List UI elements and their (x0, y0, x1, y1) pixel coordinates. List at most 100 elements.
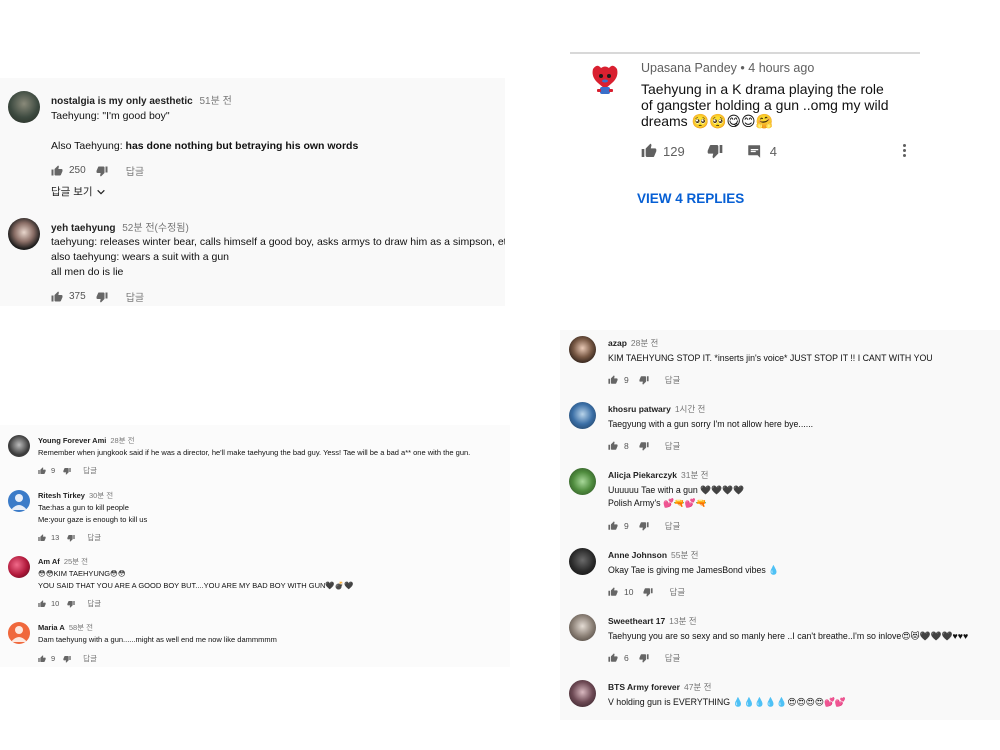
like-button[interactable] (38, 533, 46, 542)
like-button[interactable] (608, 375, 618, 385)
reply-count-button[interactable]: 4 (747, 144, 777, 159)
dislike-button[interactable] (63, 655, 71, 663)
avatar[interactable] (569, 336, 596, 363)
dislike-button[interactable] (67, 534, 76, 542)
dislike-button[interactable] (639, 653, 649, 663)
avatar[interactable] (569, 468, 596, 495)
view-replies-button[interactable]: VIEW 4 REPLIES (637, 191, 744, 206)
like-button[interactable] (51, 291, 63, 303)
comment-actions: 9 답글 (608, 520, 680, 532)
dislike-button[interactable] (707, 143, 723, 159)
like-button[interactable] (608, 521, 618, 531)
reply-button[interactable]: 답글 (83, 465, 97, 476)
like-button[interactable] (608, 587, 618, 597)
like-count: 129 (663, 143, 685, 159)
like-button[interactable] (38, 654, 46, 663)
avatar[interactable] (8, 622, 30, 644)
like-button[interactable] (608, 441, 618, 451)
divider (570, 52, 920, 54)
comment-author[interactable]: Alicja Piekarczyk (608, 470, 677, 480)
comment-author[interactable]: khosru patwary (608, 404, 671, 414)
like-button[interactable] (641, 143, 657, 159)
avatar[interactable] (8, 556, 30, 578)
dislike-button[interactable] (96, 291, 108, 303)
like-button[interactable] (38, 466, 46, 475)
avatar[interactable] (8, 91, 40, 123)
comment-text: Okay Tae is giving me JamesBond vibes 💧 (608, 565, 780, 575)
comment-time[interactable]: 52분 전(수정됨) (122, 223, 189, 234)
comment-time[interactable]: 13분 전 (669, 616, 696, 626)
comment-text: taehyung: releases winter bear, calls hi… (51, 236, 505, 248)
comment-text: Remember when jungkook said if he was a … (38, 448, 471, 457)
comment-header: nostalgia is my only aesthetic 51분 전 (51, 92, 232, 107)
avatar[interactable] (8, 218, 40, 250)
dislike-button[interactable] (63, 467, 71, 475)
comment-actions: 6 답글 (608, 652, 680, 664)
comment-author[interactable]: azap (608, 338, 627, 348)
like-count: 13 (51, 533, 60, 542)
comment-text: Tae:has a gun to kill people (38, 503, 129, 512)
comment-text: Also Taehyung: has done nothing but betr… (51, 140, 358, 152)
comment-text-prefix: Also Taehyung: (51, 140, 126, 152)
comment-time[interactable]: 47분 전 (684, 682, 711, 692)
comment-author[interactable]: Sweetheart 17 (608, 616, 665, 626)
comment-time[interactable]: 25분 전 (64, 557, 88, 566)
comment-author[interactable]: Upasana Pandey (641, 61, 737, 75)
more-options-icon[interactable] (903, 144, 907, 157)
like-button[interactable] (608, 653, 618, 663)
comment-time[interactable]: 28분 전 (110, 436, 134, 445)
like-button[interactable] (38, 599, 46, 608)
reply-button[interactable]: 답글 (665, 520, 681, 532)
reply-button[interactable]: 답글 (665, 440, 681, 452)
like-button[interactable] (51, 165, 63, 177)
reply-button[interactable]: 답글 (83, 653, 97, 664)
comment-author[interactable]: Anne Johnson (608, 550, 667, 560)
reply-button[interactable]: 답글 (665, 652, 681, 664)
comment-time[interactable]: 55분 전 (671, 550, 698, 560)
comment-time[interactable]: 30분 전 (89, 491, 113, 500)
comment-author[interactable]: BTS Army forever (608, 682, 680, 692)
comment-author[interactable]: nostalgia is my only aesthetic (51, 96, 193, 107)
avatar[interactable] (569, 548, 596, 575)
comment-time[interactable]: 51분 전 (200, 96, 232, 107)
avatar[interactable] (569, 680, 596, 707)
avatar-tata[interactable] (588, 63, 622, 97)
dislike-button[interactable] (639, 375, 649, 385)
comment-time[interactable]: 28분 전 (631, 338, 658, 348)
avatar[interactable] (569, 402, 596, 429)
thumb-up-icon (38, 533, 46, 541)
thumb-down-icon (67, 600, 76, 608)
comment-author[interactable]: yeh taehyung (51, 223, 115, 234)
comment-time[interactable]: 31분 전 (681, 470, 708, 480)
reply-button[interactable]: 답글 (126, 289, 144, 304)
thumb-down-icon (96, 166, 108, 176)
dislike-button[interactable] (639, 521, 649, 531)
view-replies-button[interactable]: 답글 보기 (51, 184, 106, 199)
avatar[interactable] (8, 435, 30, 457)
thumb-down-icon (63, 655, 71, 663)
dislike-button[interactable] (643, 587, 654, 597)
comment-author[interactable]: Ritesh Tirkey (38, 491, 85, 500)
reply-button[interactable]: 답글 (87, 598, 101, 609)
reply-button[interactable]: 답글 (87, 532, 101, 543)
comment-author[interactable]: Maria A (38, 623, 65, 632)
comment-header: Maria A 58분 전 (38, 622, 93, 633)
comment-header: khosru patwary 1시간 전 (608, 403, 705, 415)
comment-time[interactable]: 1시간 전 (675, 404, 706, 414)
avatar[interactable] (8, 490, 30, 512)
reply-button[interactable]: 답글 (665, 374, 681, 386)
dislike-button[interactable] (67, 600, 76, 608)
comment-author[interactable]: Am Af (38, 557, 60, 566)
reply-button[interactable]: 답글 (669, 586, 685, 598)
dislike-button[interactable] (96, 165, 108, 177)
reply-button[interactable]: 답글 (126, 163, 144, 178)
comment-time[interactable]: 4 hours ago (748, 61, 814, 75)
comment-text: Taehyung: "I'm good boy" (51, 110, 170, 122)
avatar[interactable] (569, 614, 596, 641)
comment-text-line: of gangster holding a gun ..omg my wild (641, 97, 889, 113)
comment-time[interactable]: 58분 전 (69, 623, 93, 632)
thumb-down-icon (67, 534, 76, 542)
dislike-button[interactable] (639, 441, 649, 451)
comment-author[interactable]: Young Forever Ami (38, 436, 106, 445)
comment-actions: 250 답글 (51, 163, 144, 178)
